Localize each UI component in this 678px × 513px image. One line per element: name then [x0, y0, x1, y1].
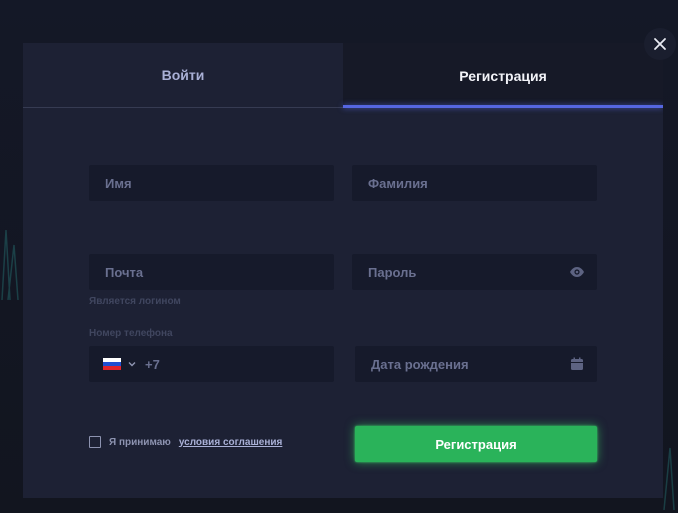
birthdate-input[interactable]: [371, 356, 561, 372]
last-name-input[interactable]: [368, 175, 581, 191]
first-name-field[interactable]: [89, 165, 334, 201]
tab-login[interactable]: Войти: [23, 43, 343, 108]
password-field[interactable]: [352, 254, 597, 290]
phone-label: Номер телефона: [89, 328, 173, 339]
registration-form: Является логином Номер телефона: [23, 108, 663, 498]
phone-field[interactable]: [89, 346, 334, 382]
email-input[interactable]: [105, 264, 318, 280]
phone-country-selector[interactable]: [103, 358, 137, 370]
chevron-down-icon: [127, 359, 137, 369]
terms-link[interactable]: условия соглашения: [179, 437, 283, 448]
close-button[interactable]: [644, 28, 676, 60]
birthdate-field[interactable]: [355, 346, 597, 382]
first-name-input[interactable]: [105, 175, 318, 191]
terms-checkbox[interactable]: [89, 436, 101, 448]
close-icon: [654, 38, 666, 50]
terms-agreement: Я принимаю условия соглашения: [89, 436, 282, 448]
email-field[interactable]: [89, 254, 334, 290]
terms-agree-text: Я принимаю: [109, 436, 171, 448]
calendar-icon[interactable]: [569, 356, 585, 372]
ru-flag-icon: [103, 358, 121, 370]
password-input[interactable]: [368, 264, 561, 280]
email-hint: Является логином: [89, 296, 181, 307]
last-name-field[interactable]: [352, 165, 597, 201]
decorative-grass-icon: [663, 447, 675, 510]
auth-modal: Войти Регистрация Является логином Номер…: [23, 43, 663, 498]
register-submit-button[interactable]: Регистрация: [355, 426, 597, 462]
auth-tabs: Войти Регистрация: [23, 43, 663, 108]
phone-input[interactable]: [145, 356, 318, 372]
decorative-grass-icon: [1, 229, 19, 300]
eye-icon[interactable]: [569, 264, 585, 280]
tab-register[interactable]: Регистрация: [343, 43, 663, 108]
